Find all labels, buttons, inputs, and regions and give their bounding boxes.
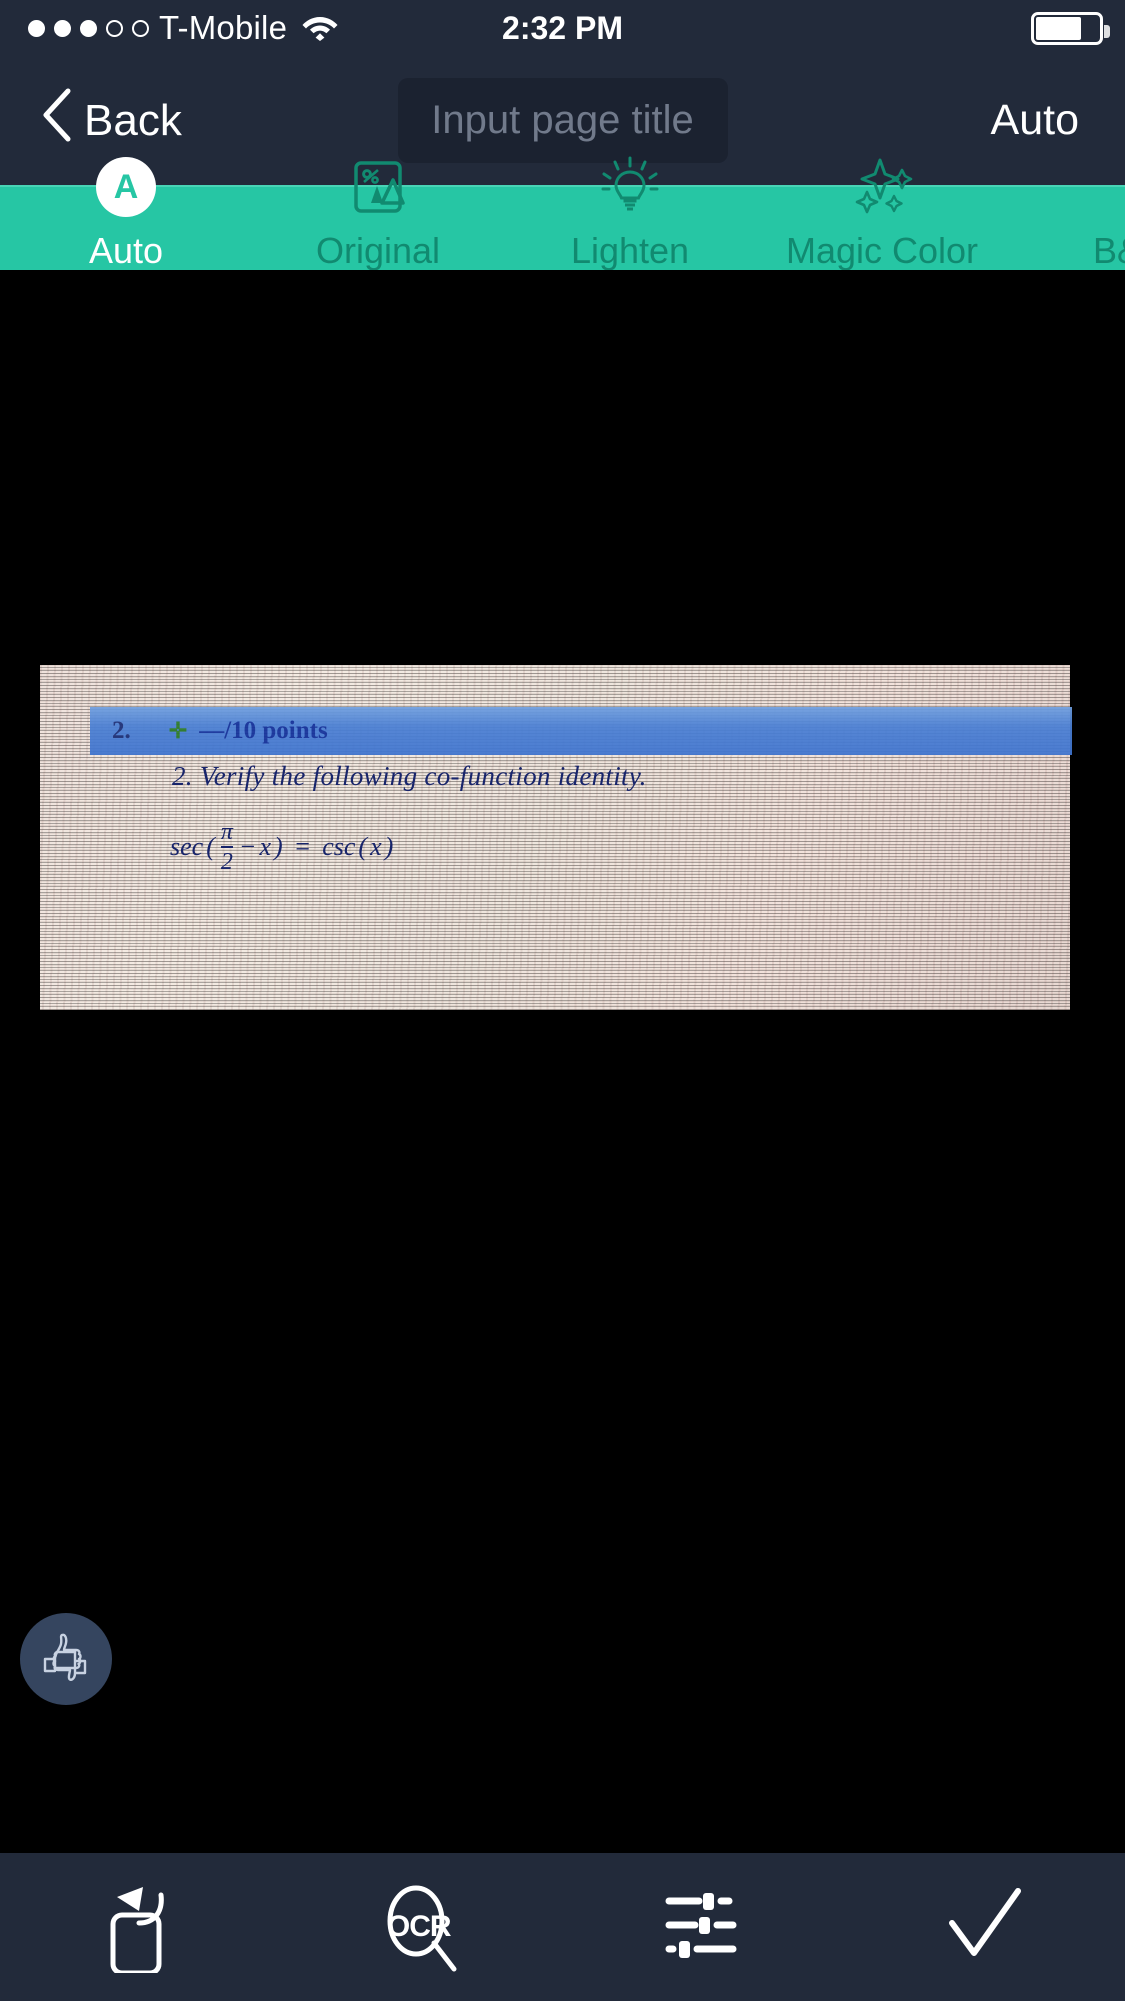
auto-badge-letter: A: [96, 157, 156, 217]
page-preview-canvas[interactable]: 2. ✛ —/10 points 2. Verify the following…: [0, 270, 1125, 1838]
equation-equals: =: [293, 832, 312, 861]
signal-dot: [28, 19, 45, 37]
checkmark-icon: [936, 1877, 1032, 1978]
filter-toolbar[interactable]: A Auto Original Lighten Magic Color B: [0, 156, 1125, 271]
back-button[interactable]: Back: [0, 88, 182, 153]
confirm-button[interactable]: [844, 1853, 1125, 2001]
signal-dot: [106, 19, 123, 37]
filter-label-magic-color: Magic Color: [785, 230, 979, 271]
equation-fraction: π 2: [220, 819, 233, 875]
signal-dot: [54, 19, 71, 37]
filter-toolbar-track[interactable]: A Auto Original Lighten Magic Color B: [0, 150, 1125, 272]
original-image-icon: [347, 156, 409, 218]
filter-item-original[interactable]: Original: [252, 150, 504, 272]
rotate-icon: [93, 1877, 189, 1978]
adjust-icon: [655, 1877, 751, 1978]
question-text: 2. Verify the following co-function iden…: [172, 761, 647, 791]
ocr-label: OCR: [386, 1910, 452, 1943]
auto-badge-icon: A: [96, 156, 156, 218]
filter-item-magic-color[interactable]: Magic Color: [756, 150, 1008, 272]
equation-right-close-paren: ): [384, 832, 394, 861]
chevron-left-icon: [42, 88, 72, 153]
app-root: T-Mobile 2:32 PM Back Input page title A…: [0, 0, 1125, 2001]
bw-diamond-icon: [1094, 156, 1125, 218]
status-bar: T-Mobile 2:32 PM: [0, 0, 1125, 56]
equation-close-paren: ): [274, 832, 283, 861]
clock-label: 2:32 PM: [502, 9, 623, 46]
filter-label-auto: Auto: [88, 230, 164, 271]
filter-item-bw[interactable]: B&W: [1008, 150, 1125, 272]
equation-right-open-paren: (: [358, 832, 368, 861]
equation-right-argument: x: [370, 832, 382, 861]
highlighted-score-row: 2. ✛ —/10 points: [90, 707, 1072, 755]
auto-mode-button[interactable]: Auto: [991, 96, 1079, 145]
equation-right-function: csc: [322, 832, 356, 861]
thumbs-up-down-icon: [33, 1627, 99, 1692]
lightbulb-icon: [599, 156, 661, 218]
status-bar-left: T-Mobile: [0, 9, 339, 47]
battery-icon: [1031, 11, 1110, 45]
bottom-toolbar: OCR: [0, 1853, 1125, 2001]
adjust-button[interactable]: [563, 1853, 844, 2001]
status-bar-right: [1031, 0, 1110, 56]
question-number: 2.: [112, 717, 131, 744]
fraction-denominator: 2: [220, 849, 233, 875]
scanned-document-image[interactable]: 2. ✛ —/10 points 2. Verify the following…: [40, 665, 1072, 1010]
equation-open-paren: (: [206, 832, 215, 861]
carrier-label: T-Mobile: [159, 9, 288, 46]
sparkles-icon: [850, 156, 914, 218]
back-label: Back: [84, 95, 182, 145]
equation-operator: −: [238, 832, 257, 861]
signal-strength-dots: [28, 19, 149, 37]
feedback-button[interactable]: [20, 1613, 112, 1705]
signal-dot: [80, 19, 97, 37]
filter-item-auto[interactable]: A Auto: [0, 150, 252, 272]
fraction-numerator: π: [220, 819, 233, 845]
equation-expression: sec ( π 2 − x ) = csc ( x ): [170, 820, 393, 874]
signal-dot: [132, 19, 149, 37]
grade-mark-icon: ✛: [168, 718, 188, 743]
rotate-button[interactable]: [0, 1853, 281, 2001]
ocr-button[interactable]: OCR: [281, 1853, 562, 2001]
equation-left-function: sec: [170, 832, 204, 861]
points-label: —/10 points: [199, 717, 328, 744]
wifi-icon: [301, 11, 339, 46]
filter-label-bw: B&W: [1092, 230, 1125, 271]
filter-label-lighten: Lighten: [570, 230, 690, 271]
equation-variable: x: [259, 832, 271, 861]
ocr-icon: OCR: [374, 1879, 470, 1975]
filter-item-lighten[interactable]: Lighten: [504, 150, 756, 272]
filter-label-original: Original: [315, 230, 441, 271]
